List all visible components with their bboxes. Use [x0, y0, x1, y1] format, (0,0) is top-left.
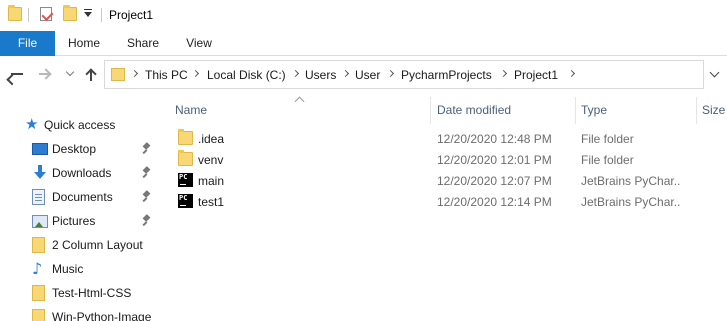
tab-share[interactable]: Share	[120, 31, 166, 56]
sidebar-item-label: Quick access	[44, 118, 116, 132]
sidebar-item-documents[interactable]: Documents	[0, 186, 165, 208]
window-title: Project1	[109, 8, 154, 22]
file-date-modified: 12/20/2020 12:07 PM	[437, 174, 552, 188]
folder-icon	[178, 129, 193, 145]
breadcrumb-chevron-icon[interactable]	[386, 69, 395, 78]
file-date-modified: 12/20/2020 12:14 PM	[437, 195, 552, 209]
file-type: JetBrains PyChar...	[581, 195, 681, 209]
desktop-icon	[32, 143, 48, 155]
sidebar-item-quick-access[interactable]: ★ Quick access	[0, 114, 165, 136]
breadcrumb-users[interactable]: Users	[305, 68, 336, 82]
sidebar-item-label: Win-Python-Image	[52, 310, 152, 321]
file-date-modified: 12/20/2020 12:01 PM	[437, 153, 552, 167]
tab-home[interactable]: Home	[62, 31, 106, 56]
properties-check-icon[interactable]	[40, 7, 52, 21]
file-name: main	[198, 174, 225, 188]
star-icon: ★	[25, 116, 39, 133]
file-name: .idea	[198, 132, 225, 146]
sidebar-item-music[interactable]: ♪ Music	[0, 258, 165, 280]
column-divider[interactable]	[430, 97, 431, 124]
new-folder-icon[interactable]	[63, 5, 77, 21]
up-arrow-icon[interactable]	[84, 67, 98, 81]
ribbon: File Home Share View	[0, 31, 727, 56]
sidebar-item-test-html-css[interactable]: Test-Html-CSS	[0, 282, 165, 304]
column-divider[interactable]	[696, 97, 697, 124]
tab-file[interactable]: File	[0, 31, 55, 56]
back-arrow-icon[interactable]	[10, 67, 24, 81]
breadcrumb-chevron-icon[interactable]	[499, 69, 508, 78]
file-row[interactable]: PC test1 12/20/2020 12:14 PM JetBrains P…	[170, 191, 710, 212]
title-separator	[28, 8, 29, 22]
sort-caret-icon	[294, 96, 305, 107]
breadcrumb-local-disk[interactable]: Local Disk (C:)	[207, 68, 286, 82]
file-row[interactable]: venv 12/20/2020 12:01 PM File folder	[170, 149, 710, 170]
sidebar-item-2-column-layout[interactable]: 2 Column Layout	[0, 234, 165, 256]
sidebar-item-label: Test-Html-CSS	[52, 286, 132, 300]
column-header-date-modified[interactable]: Date modified	[437, 103, 511, 117]
file-name: venv	[198, 153, 224, 167]
sidebar-item-label: Desktop	[52, 142, 97, 156]
recent-locations-chevron-icon[interactable]	[65, 67, 75, 77]
navigation-pane: ★ Quick access Desktop Downloads Documen…	[0, 93, 165, 321]
file-type: File folder	[581, 153, 634, 167]
file-row[interactable]: PC main 12/20/2020 12:07 PM JetBrains Py…	[170, 170, 710, 191]
title-separator	[101, 8, 102, 22]
file-type: File folder	[581, 132, 634, 146]
sidebar-item-pictures[interactable]: Pictures	[0, 210, 165, 232]
breadcrumb-chevron-icon[interactable]	[567, 69, 576, 78]
sidebar-item-label: Music	[52, 262, 84, 276]
folder-icon	[32, 309, 45, 321]
breadcrumb-user[interactable]: User	[355, 68, 380, 82]
column-divider[interactable]	[575, 97, 576, 124]
folder-icon[interactable]	[8, 5, 22, 21]
column-header-size[interactable]: Size	[702, 103, 725, 117]
column-header-type[interactable]: Type	[581, 103, 607, 117]
breadcrumb-chevron-icon[interactable]	[130, 69, 139, 78]
sidebar-item-label: Documents	[52, 190, 113, 204]
breadcrumb-this-pc[interactable]: This PC	[145, 68, 188, 82]
folder-icon	[32, 285, 45, 301]
navigation-bar: This PC Local Disk (C:) Users User Pycha…	[0, 57, 727, 93]
download-icon	[32, 165, 48, 181]
pin-icon[interactable]	[142, 215, 152, 227]
file-date-modified: 12/20/2020 12:48 PM	[437, 132, 552, 146]
customize-dropdown-icon[interactable]	[84, 9, 92, 19]
breadcrumb-pycharmprojects[interactable]: PycharmProjects	[401, 68, 492, 82]
breadcrumb-chevron-icon[interactable]	[191, 69, 200, 78]
music-icon: ♪	[32, 259, 43, 278]
sidebar-item-desktop[interactable]: Desktop	[0, 138, 165, 160]
address-dropdown-icon[interactable]	[706, 66, 724, 84]
pycharm-file-icon: PC	[178, 173, 193, 187]
sidebar-item-downloads[interactable]: Downloads	[0, 162, 165, 184]
pin-icon[interactable]	[142, 143, 152, 155]
pycharm-file-icon: PC	[178, 194, 193, 208]
column-header-name[interactable]: Name	[175, 103, 207, 117]
sidebar-item-label: 2 Column Layout	[52, 238, 143, 252]
title-bar: Project1	[0, 0, 727, 31]
sidebar-item-label: Pictures	[52, 214, 96, 228]
breadcrumb-chevron-icon[interactable]	[291, 69, 300, 78]
file-name: test1	[198, 195, 225, 209]
pin-icon[interactable]	[142, 167, 152, 179]
breadcrumb-project1[interactable]: Project1	[514, 68, 558, 82]
tab-view[interactable]: View	[180, 31, 218, 56]
pictures-icon	[32, 215, 48, 228]
breadcrumb-chevron-icon[interactable]	[341, 69, 350, 78]
file-row[interactable]: .idea 12/20/2020 12:48 PM File folder	[170, 128, 710, 149]
address-bar[interactable]: This PC Local Disk (C:) Users User Pycha…	[104, 60, 704, 89]
sidebar-item-label: Downloads	[52, 166, 112, 180]
documents-icon	[32, 189, 45, 205]
forward-arrow-icon[interactable]	[38, 67, 52, 81]
folder-icon	[178, 150, 193, 166]
sidebar-item-win-python-image[interactable]: Win-Python-Image	[0, 306, 165, 321]
folder-icon	[111, 68, 125, 81]
file-type: JetBrains PyChar...	[581, 174, 681, 188]
folder-icon	[32, 237, 45, 253]
pin-icon[interactable]	[142, 191, 152, 203]
